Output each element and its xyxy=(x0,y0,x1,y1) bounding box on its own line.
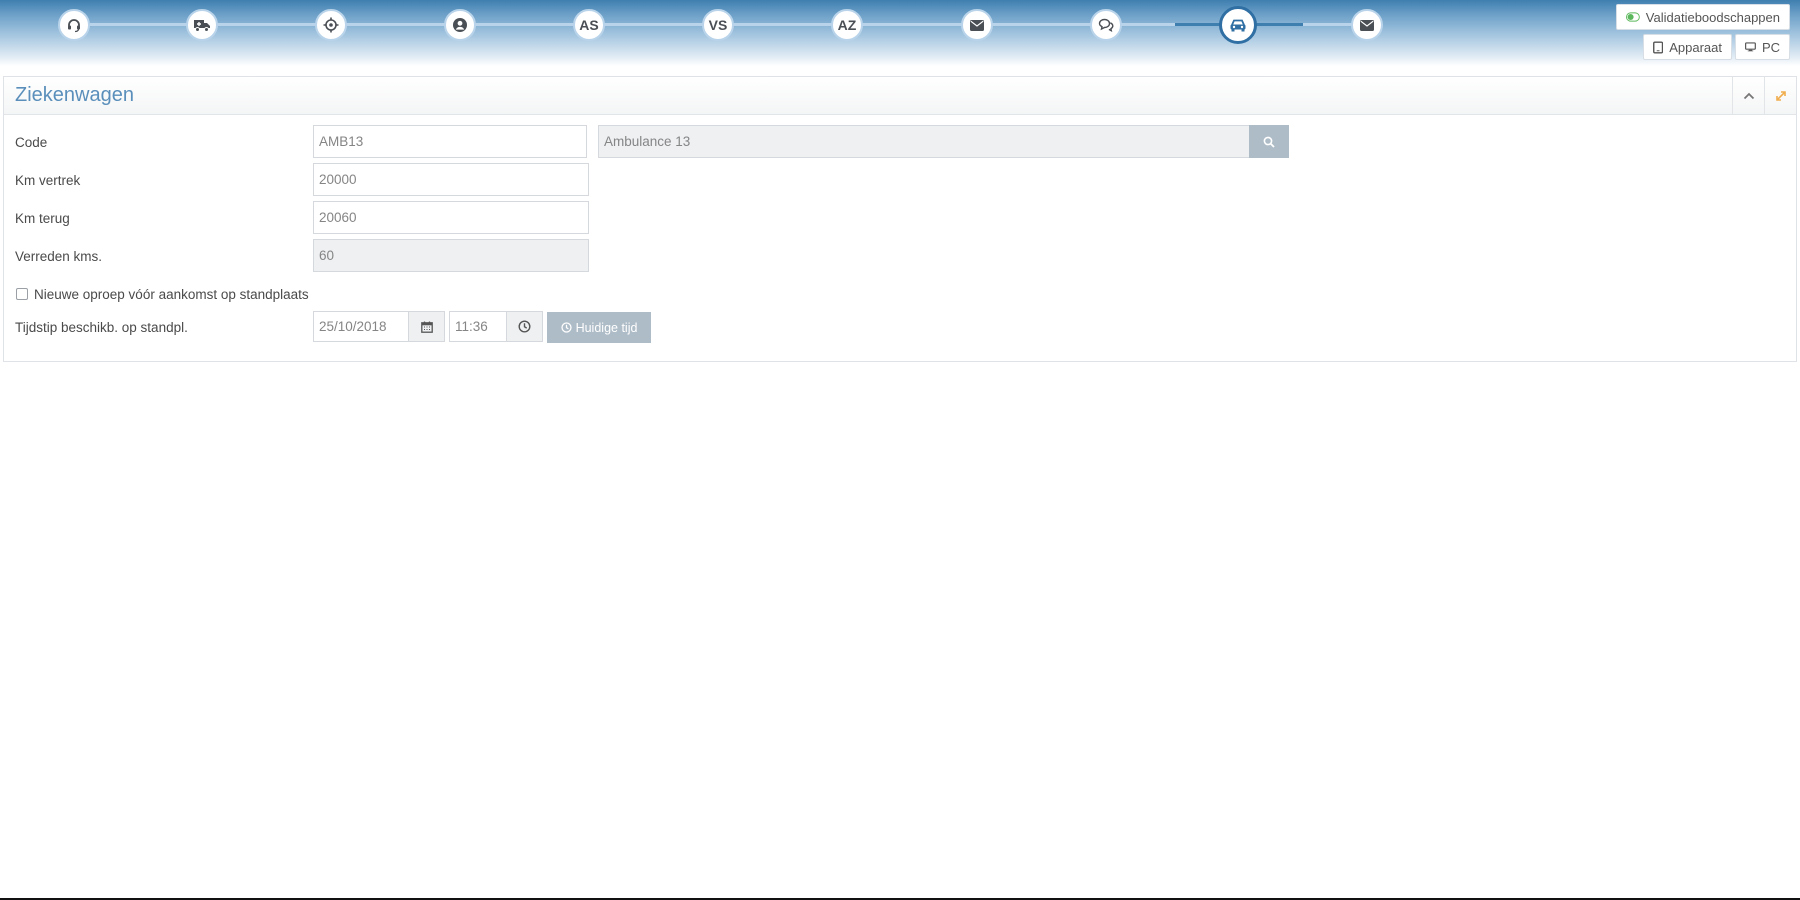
km-return-input[interactable]: 20060 xyxy=(313,201,589,234)
step-ambulance[interactable] xyxy=(186,9,218,41)
pc-label: PC xyxy=(1761,39,1780,55)
step-message[interactable] xyxy=(961,9,993,41)
step-vs[interactable]: VS xyxy=(702,9,734,41)
calendar-icon xyxy=(420,321,433,333)
code-description-field: Ambulance 13 xyxy=(598,125,1253,158)
current-time-button-label: Huidige tijd xyxy=(575,320,638,335)
step-chat[interactable] xyxy=(1090,9,1122,41)
availability-time-input[interactable]: 11:36 xyxy=(449,311,507,342)
expand-icon xyxy=(1775,90,1786,101)
km-return-label: Km terug xyxy=(15,211,70,226)
step-vehicle-active[interactable] xyxy=(1219,6,1257,44)
monitor-icon xyxy=(1745,42,1756,52)
panel-header: Ziekenwagen xyxy=(4,77,1796,115)
device-button[interactable]: Apparaat xyxy=(1643,34,1732,60)
step-vs-label: VS xyxy=(708,17,728,33)
headset-icon xyxy=(68,19,80,33)
ambulance-icon xyxy=(194,20,210,32)
search-icon xyxy=(1263,136,1275,148)
code-input[interactable]: AMB13 xyxy=(313,125,587,158)
step-progress-bar: AS VS AZ Validatieboodschappen Apparaat … xyxy=(0,0,1800,66)
chevron-up-icon xyxy=(1743,92,1754,99)
crosshair-icon xyxy=(323,17,339,33)
code-label: Code xyxy=(15,135,48,150)
step-az-label: AZ xyxy=(837,17,857,33)
clock-icon xyxy=(518,320,531,333)
new-call-checkbox[interactable] xyxy=(16,288,28,300)
validation-messages-label: Validatieboodschappen xyxy=(1645,9,1780,25)
toggle-on-icon xyxy=(1626,12,1640,22)
ambulance-panel: Ziekenwagen Code AMB13 Ambulance 13 Km v… xyxy=(3,76,1797,362)
step-az[interactable]: AZ xyxy=(831,9,863,41)
expand-button[interactable] xyxy=(1764,77,1796,114)
chat-icon xyxy=(1098,18,1114,32)
tablet-icon xyxy=(1653,40,1664,54)
user-circle-icon xyxy=(453,18,467,32)
panel-title: Ziekenwagen xyxy=(15,84,134,106)
envelope-icon xyxy=(1360,19,1374,31)
availability-date-input[interactable]: 25/10/2018 xyxy=(313,311,409,342)
km-departure-input[interactable]: 20000 xyxy=(313,163,589,196)
collapse-button[interactable] xyxy=(1732,77,1764,114)
distance-label: Verreden kms. xyxy=(15,249,103,264)
car-icon xyxy=(1230,19,1246,32)
current-time-button[interactable]: Huidige tijd xyxy=(547,312,651,343)
time-picker-button[interactable] xyxy=(506,311,543,342)
date-picker-button[interactable] xyxy=(408,311,445,342)
step-as[interactable]: AS xyxy=(573,9,605,41)
step-message-final[interactable] xyxy=(1351,9,1383,41)
device-label: Apparaat xyxy=(1669,39,1722,55)
km-departure-label: Km vertrek xyxy=(15,173,81,188)
distance-field: 60 xyxy=(313,239,589,272)
step-location[interactable] xyxy=(315,9,347,41)
validation-messages-toggle[interactable]: Validatieboodschappen xyxy=(1616,4,1790,30)
availability-label: Tijdstip beschikb. op standpl. xyxy=(15,320,188,335)
code-search-button[interactable] xyxy=(1249,125,1289,158)
pc-button[interactable]: PC xyxy=(1735,34,1790,60)
step-as-label: AS xyxy=(579,17,599,33)
new-call-label[interactable]: Nieuwe oproep vóór aankomst op standplaa… xyxy=(34,287,309,302)
envelope-icon xyxy=(970,19,984,31)
clock-icon xyxy=(560,322,572,333)
step-patient[interactable] xyxy=(444,9,476,41)
step-headset[interactable] xyxy=(58,9,90,41)
